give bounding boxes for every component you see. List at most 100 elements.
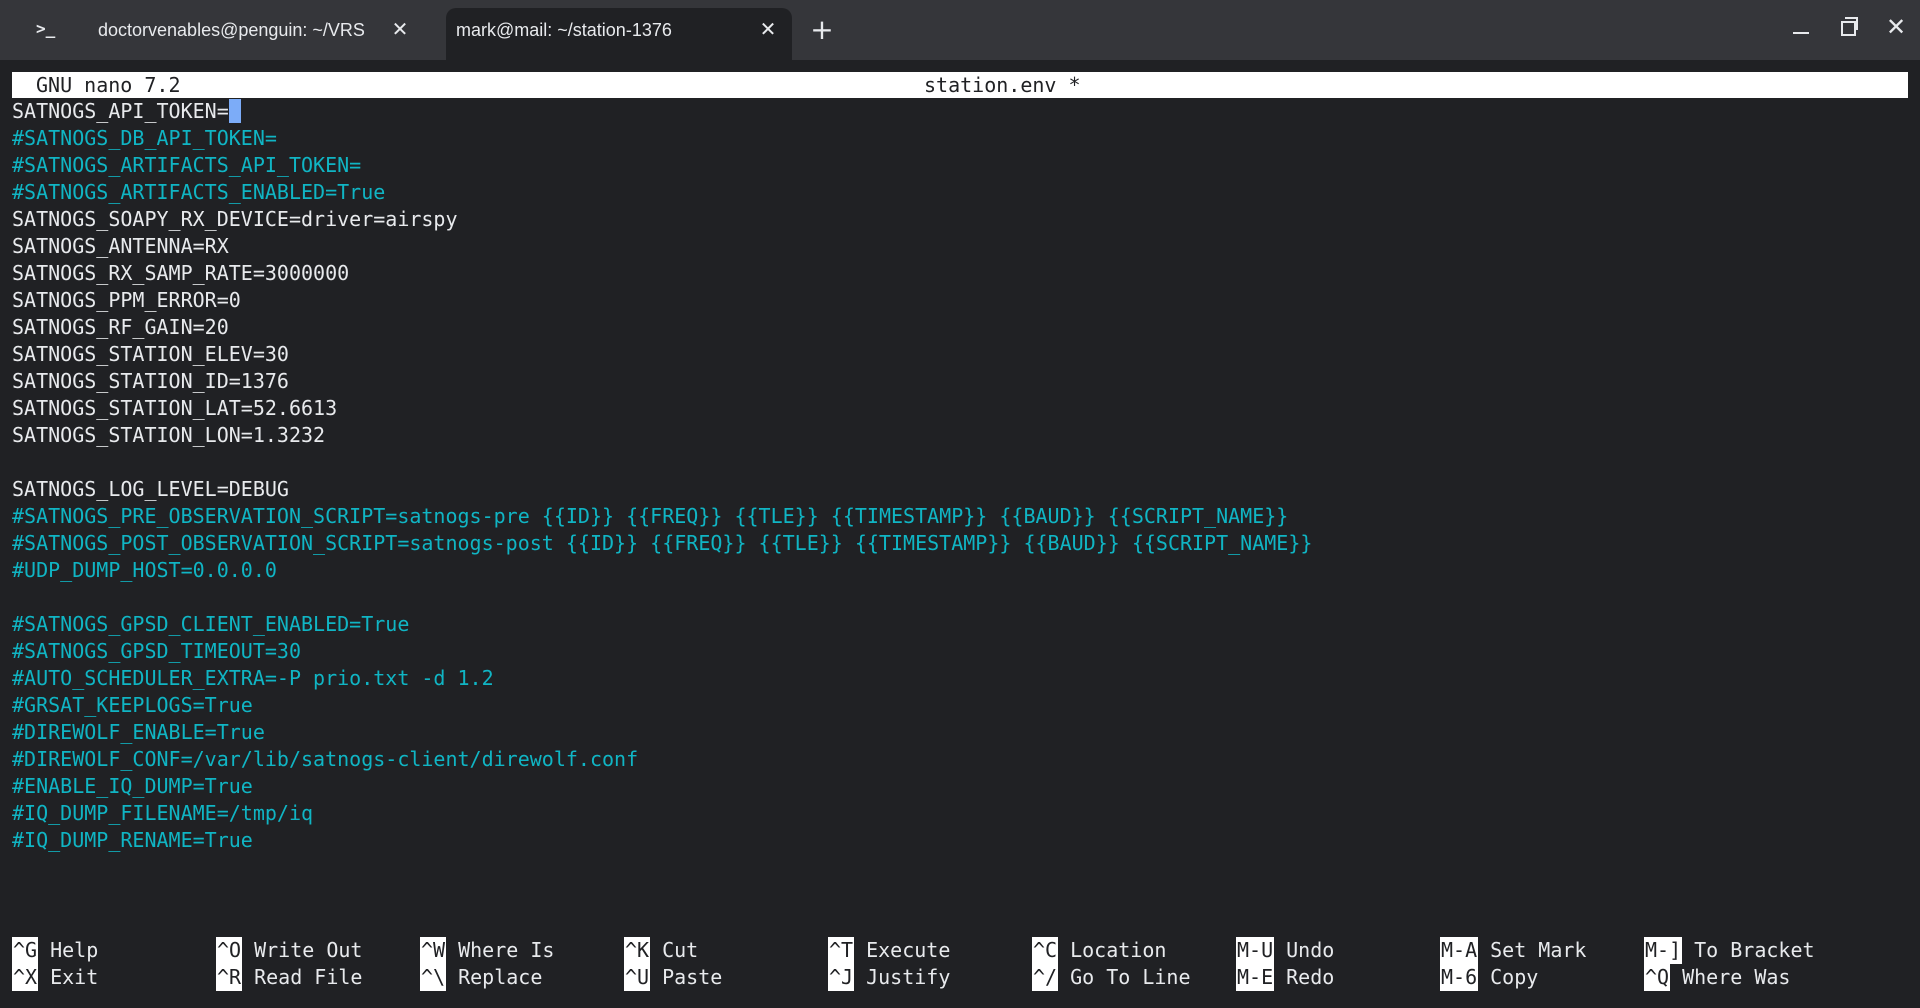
minimize-icon[interactable] (1785, 12, 1815, 42)
config-line[interactable]: SATNOGS_API_TOKEN= (12, 98, 1908, 125)
shortcut-key: M-E (1236, 964, 1275, 991)
shortcut-key: M-U (1236, 937, 1275, 964)
shortcut-label: Read File (254, 965, 363, 989)
comment-line[interactable]: #UDP_DUMP_HOST=0.0.0.0 (12, 557, 1908, 584)
close-icon[interactable]: ✕ (758, 8, 778, 52)
comment-line[interactable]: #SATNOGS_PRE_OBSERVATION_SCRIPT=satnogs-… (12, 503, 1908, 530)
tab-mark-mail[interactable]: mark@mail: ~/station-1376 ✕ (446, 8, 792, 60)
line-text: #ENABLE_IQ_DUMP=True (12, 774, 253, 798)
shortcut-label: Exit (50, 965, 99, 989)
line-text: SATNOGS_PPM_ERROR=0 (12, 288, 241, 312)
shortcut-copy: M-6 Copy (1440, 964, 1538, 991)
shortcut-label: Where Was (1682, 965, 1791, 989)
shortcut-redo: M-E Redo (1236, 964, 1334, 991)
shortcut-label: Location (1070, 938, 1167, 962)
shortcut-key: ^K (624, 937, 651, 964)
line-text: #SATNOGS_GPSD_TIMEOUT=30 (12, 639, 301, 663)
shortcut-label: Go To Line (1070, 965, 1191, 989)
config-line[interactable]: SATNOGS_STATION_ELEV=30 (12, 341, 1908, 368)
text-cursor (228, 99, 241, 123)
comment-line[interactable]: #IQ_DUMP_RENAME=True (12, 827, 1908, 854)
comment-line[interactable]: #SATNOGS_GPSD_CLIENT_ENABLED=True (12, 611, 1908, 638)
shortcut-undo: M-U Undo (1236, 937, 1334, 964)
shortcut-label: Redo (1286, 965, 1335, 989)
config-line[interactable] (12, 449, 1908, 476)
config-line[interactable]: SATNOGS_STATION_ID=1376 (12, 368, 1908, 395)
shortcut-label: Undo (1286, 938, 1335, 962)
config-line[interactable]: SATNOGS_LOG_LEVEL=DEBUG (12, 476, 1908, 503)
line-text: #SATNOGS_GPSD_CLIENT_ENABLED=True (12, 612, 410, 636)
title-bar: >_ doctorvenables@penguin: ~/VRS ✕ mark@… (0, 0, 1920, 60)
config-line[interactable]: SATNOGS_PPM_ERROR=0 (12, 287, 1908, 314)
comment-line[interactable]: #GRSAT_KEEPLOGS=True (12, 692, 1908, 719)
tab-doctorvenables[interactable]: doctorvenables@penguin: ~/VRS ✕ (76, 0, 436, 60)
shortcut-where-was: ^Q Where Was (1644, 964, 1790, 991)
shortcut-key: M-6 (1440, 964, 1479, 991)
line-text: SATNOGS_RX_SAMP_RATE=3000000 (12, 261, 350, 285)
editor-buffer[interactable]: SATNOGS_API_TOKEN= #SATNOGS_DB_API_TOKEN=… (12, 98, 1908, 854)
shortcut-read-file: ^R Read File (216, 964, 362, 991)
shortcut-label: Where Is (458, 938, 555, 962)
comment-line[interactable]: #SATNOGS_GPSD_TIMEOUT=30 (12, 638, 1908, 665)
close-icon[interactable]: ✕ (390, 0, 410, 60)
shortcut-help-bar: ^G Help ^X Exit ^O Write Out ^R Read File ^W Wher… (12, 937, 1908, 993)
line-text: #SATNOGS_PRE_OBSERVATION_SCRIPT=satnogs-… (12, 504, 1289, 528)
config-line[interactable]: SATNOGS_RX_SAMP_RATE=3000000 (12, 260, 1908, 287)
comment-line[interactable]: #IQ_DUMP_FILENAME=/tmp/iq (12, 800, 1908, 827)
shortcut-key: ^J (828, 964, 855, 991)
shortcut-write-out: ^O Write Out (216, 937, 362, 964)
comment-line[interactable]: #DIREWOLF_CONF=/var/lib/satnogs-client/d… (12, 746, 1908, 773)
nano-title-bar: GNU nano 7.2 station.env * (12, 72, 1908, 98)
config-line[interactable] (12, 584, 1908, 611)
maximize-icon[interactable] (1833, 12, 1863, 42)
shortcut-justify: ^J Justify (828, 964, 950, 991)
line-text: SATNOGS_SOAPY_RX_DEVICE=driver=airspy (12, 207, 458, 231)
line-text: SATNOGS_STATION_LON=1.3232 (12, 423, 326, 447)
shortcut-key: ^O (216, 937, 243, 964)
line-text: #SATNOGS_ARTIFACTS_API_TOKEN= (12, 153, 362, 177)
plus-icon[interactable]: + (810, 14, 834, 46)
shortcut-help: ^G Help (12, 937, 98, 964)
comment-line[interactable]: #SATNOGS_POST_OBSERVATION_SCRIPT=satnogs… (12, 530, 1908, 557)
line-text: #DIREWOLF_CONF=/var/lib/satnogs-client/d… (12, 747, 639, 771)
close-window-icon[interactable]: ✕ (1881, 12, 1911, 42)
shortcut-location: ^C Location (1032, 937, 1166, 964)
config-line[interactable]: SATNOGS_RF_GAIN=20 (12, 314, 1908, 341)
nano-filename: station.env * (924, 73, 1081, 97)
shortcut-set-mark: M-A Set Mark (1440, 937, 1586, 964)
line-text: #IQ_DUMP_RENAME=True (12, 828, 253, 852)
shortcut-key: ^T (828, 937, 855, 964)
comment-line[interactable]: #AUTO_SCHEDULER_EXTRA=-P prio.txt -d 1.2 (12, 665, 1908, 692)
shortcut-label: Set Mark (1490, 938, 1587, 962)
line-text: #DIREWOLF_ENABLE=True (12, 720, 265, 744)
line-text: #AUTO_SCHEDULER_EXTRA=-P prio.txt -d 1.2 (12, 666, 494, 690)
nano-version: GNU nano 7.2 (36, 73, 181, 97)
terminal-prompt-icon: >_ (36, 19, 56, 38)
shortcut-label: Copy (1490, 965, 1539, 989)
comment-line[interactable]: #SATNOGS_DB_API_TOKEN= (12, 125, 1908, 152)
shortcut-label: Replace (458, 965, 543, 989)
config-line[interactable]: SATNOGS_ANTENNA=RX (12, 233, 1908, 260)
comment-line[interactable]: #ENABLE_IQ_DUMP=True (12, 773, 1908, 800)
line-text: SATNOGS_LOG_LEVEL=DEBUG (12, 477, 289, 501)
comment-line[interactable]: #SATNOGS_ARTIFACTS_API_TOKEN= (12, 152, 1908, 179)
shortcut-key: ^G (12, 937, 39, 964)
tab-label: mark@mail: ~/station-1376 (456, 20, 672, 40)
shortcut-exit: ^X Exit (12, 964, 98, 991)
shortcut-label: Paste (662, 965, 723, 989)
shortcut-to-bracket: M-] To Bracket (1644, 937, 1815, 964)
terminal-area[interactable]: GNU nano 7.2 station.env * SATNOGS_API_T… (0, 60, 1920, 1008)
config-line[interactable]: SATNOGS_SOAPY_RX_DEVICE=driver=airspy (12, 206, 1908, 233)
line-text: SATNOGS_ANTENNA=RX (12, 234, 229, 258)
shortcut-key: ^/ (1032, 964, 1059, 991)
shortcut-label: Help (50, 938, 99, 962)
comment-line[interactable]: #DIREWOLF_ENABLE=True (12, 719, 1908, 746)
config-line[interactable]: SATNOGS_STATION_LAT=52.6613 (12, 395, 1908, 422)
comment-line[interactable]: #SATNOGS_ARTIFACTS_ENABLED=True (12, 179, 1908, 206)
shortcut-where-is: ^W Where Is (420, 937, 554, 964)
config-line[interactable]: SATNOGS_STATION_LON=1.3232 (12, 422, 1908, 449)
shortcut-key: ^Q (1644, 964, 1671, 991)
shortcut-label: Execute (866, 938, 951, 962)
line-text: #SATNOGS_POST_OBSERVATION_SCRIPT=satnogs… (12, 531, 1313, 555)
line-text: SATNOGS_STATION_LAT=52.6613 (12, 396, 338, 420)
